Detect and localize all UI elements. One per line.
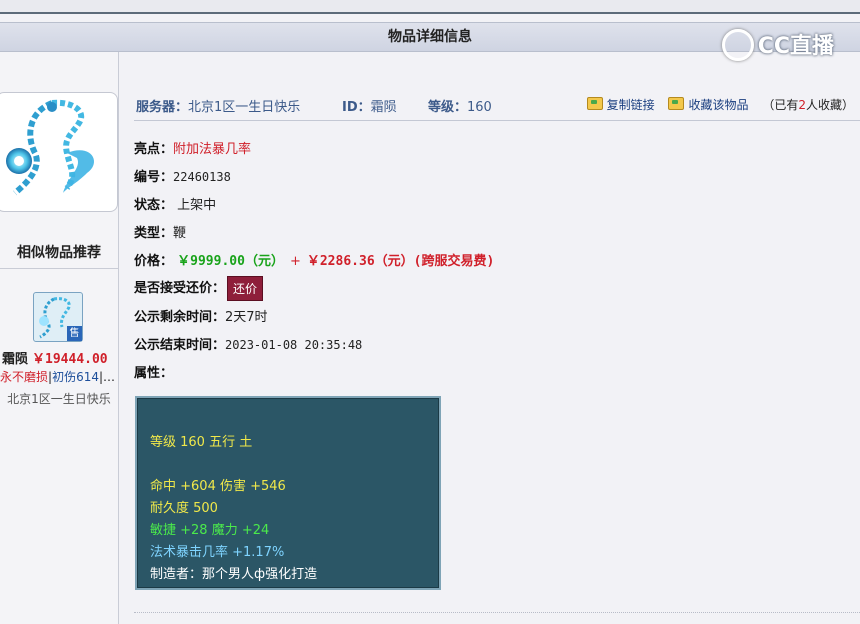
status-value: 上架中 <box>177 198 217 213</box>
tag-no-wear: 永不磨损 <box>0 370 49 384</box>
remaining-time: 2天7时 <box>225 310 268 325</box>
attr-durability: 耐久度 500 <box>150 501 218 516</box>
highlight-value: 附加法暴几率 <box>173 142 252 157</box>
server-info: 服务器：北京1区一生日快乐 <box>136 100 301 115</box>
status-row: 状态： 上架中 <box>134 198 217 213</box>
highlight-row: 亮点：附加法暴几率 <box>134 142 252 157</box>
id-info: ID：霜陨 <box>342 100 397 115</box>
remaining-time-row: 公示剩余时间：2天7时 <box>134 310 268 325</box>
cc-watermark: CC直播 <box>721 28 834 63</box>
cross-server-fee: ￥2286.36（元）(跨服交易费) <box>306 254 495 269</box>
attr-spell-crit: 法术暴击几率 +1.17% <box>150 545 285 560</box>
similar-item-name-price[interactable]: 霜陨 ￥19444.00 <box>2 348 108 367</box>
level-info: 等级：160 <box>428 100 492 115</box>
counter-offer-row: 是否接受还价： 还价 <box>134 276 264 301</box>
attr-hit-damage: 命中 +604 伤害 +546 <box>150 479 286 494</box>
price-value: ￥9999.00（元） <box>177 254 284 269</box>
end-time-row: 公示结束时间：2023-01-08 20:35:48 <box>134 338 363 353</box>
similar-item-price: ￥19444.00 <box>32 352 108 367</box>
favorite-icon <box>668 97 685 110</box>
attr-agility-magic: 敏捷 +28 魔力 +24 <box>150 523 270 538</box>
attr-maker: 制造者：那个男人ф强化打造 <box>150 567 318 582</box>
item-actions: 复制链接 收藏该物品 （已有2人收藏） <box>586 96 854 113</box>
whip-icon <box>6 99 95 196</box>
similar-item-tags: 永不磨损|初伤614|… <box>0 370 116 384</box>
attr-level-element: 等级 160 五行 土 <box>150 435 253 450</box>
tag-initial-damage: 初伤614 <box>52 370 99 384</box>
attributes-label: 属性： <box>134 366 174 381</box>
type-row: 类型：鞭 <box>134 226 187 241</box>
item-image <box>0 92 118 212</box>
type-value: 鞭 <box>173 226 187 241</box>
number-row: 编号：22460138 <box>134 170 231 185</box>
favorite-button[interactable]: 收藏该物品 <box>668 97 749 112</box>
sell-badge: 售 <box>67 326 82 341</box>
similar-item-server: 北京1区一生日快乐 <box>7 392 111 406</box>
top-frame-border <box>0 0 860 14</box>
favorite-count: （已有2人收藏） <box>762 98 854 112</box>
similar-items-heading: 相似物品推荐 <box>0 238 118 269</box>
divider <box>134 612 860 613</box>
counter-offer-button[interactable]: 还价 <box>227 276 264 301</box>
copy-link-icon <box>586 97 603 110</box>
copy-link-button[interactable]: 复制链接 <box>586 97 655 112</box>
similar-item-thumbnail[interactable]: 售 <box>33 292 83 342</box>
end-time: 2023-01-08 20:35:48 <box>225 338 363 352</box>
item-summary-row: 服务器：北京1区一生日快乐 ID：霜陨 等级：160 复制链接 收藏该物品 （已… <box>134 92 860 121</box>
price-row: 价格： ￥9999.00（元） + ￥2286.36（元）(跨服交易费) <box>134 254 495 269</box>
cc-logo-icon <box>721 29 754 61</box>
left-sidebar: 相似物品推荐 售 霜陨 ￥19444.00 永不磨损|初伤614|… 北京1区一生… <box>0 52 119 624</box>
item-number: 22460138 <box>173 170 231 184</box>
attributes-panel: 等级 160 五行 土 命中 +604 伤害 +546 耐久度 500 敏捷 +… <box>135 396 441 590</box>
similar-item-name: 霜陨 <box>2 352 29 367</box>
